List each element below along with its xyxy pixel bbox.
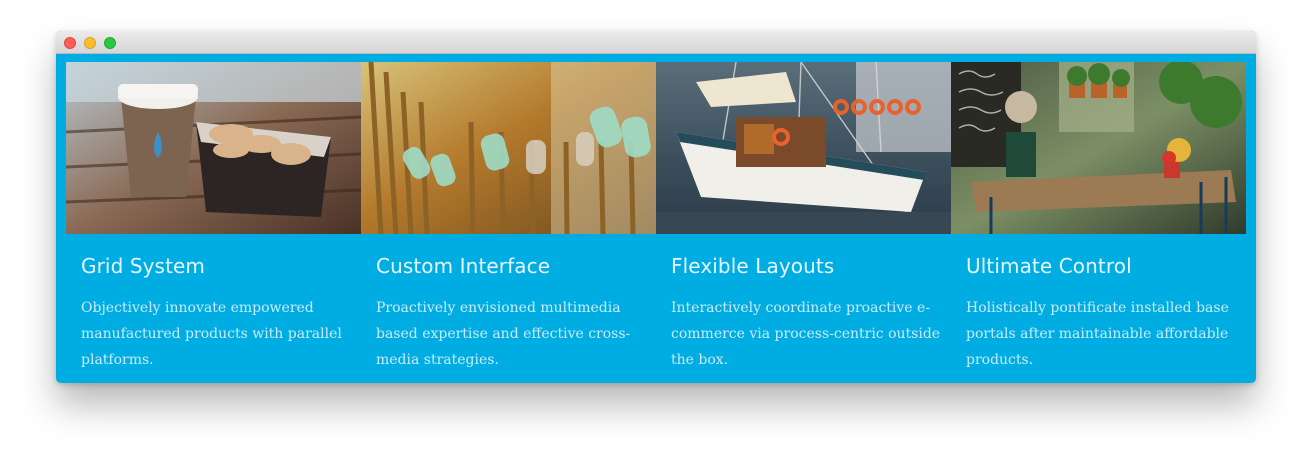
window-titlebar: [56, 31, 1256, 54]
card-description: Proactively envisioned multimedia based …: [376, 300, 631, 368]
card-description: Holistically pontificate installed base …: [966, 300, 1229, 368]
feature-card-flexible-layouts: Flexible Layouts Interactively coordinat…: [656, 62, 951, 383]
cafe-terrace-photo: [951, 62, 1246, 234]
card-title: Custom Interface: [376, 254, 551, 278]
feature-card-grid-system: Grid System Objectively innovate empower…: [66, 62, 361, 383]
feature-cards: Grid System Objectively innovate empower…: [66, 62, 1246, 383]
zoom-window-button[interactable]: [104, 37, 116, 49]
card-title: Ultimate Control: [966, 254, 1132, 278]
coffee-macarons-photo: [66, 62, 361, 234]
minimize-window-button[interactable]: [84, 37, 96, 49]
card-title: Grid System: [81, 254, 206, 278]
card-description: Objectively innovate empowered manufactu…: [81, 300, 342, 368]
card-title: Flexible Layouts: [671, 254, 835, 278]
sailing-boat-harbor-photo: [656, 62, 951, 234]
feature-card-custom-interface: Custom Interface Proactively envisioned …: [361, 62, 656, 383]
card-description: Interactively coordinate proactive e-com…: [671, 300, 941, 368]
browser-window: Grid System Objectively innovate empower…: [56, 31, 1256, 383]
glass-bottles-fence-photo: [361, 62, 656, 234]
close-window-button[interactable]: [64, 37, 76, 49]
feature-card-ultimate-control: Ultimate Control Holistically pontificat…: [951, 62, 1246, 383]
